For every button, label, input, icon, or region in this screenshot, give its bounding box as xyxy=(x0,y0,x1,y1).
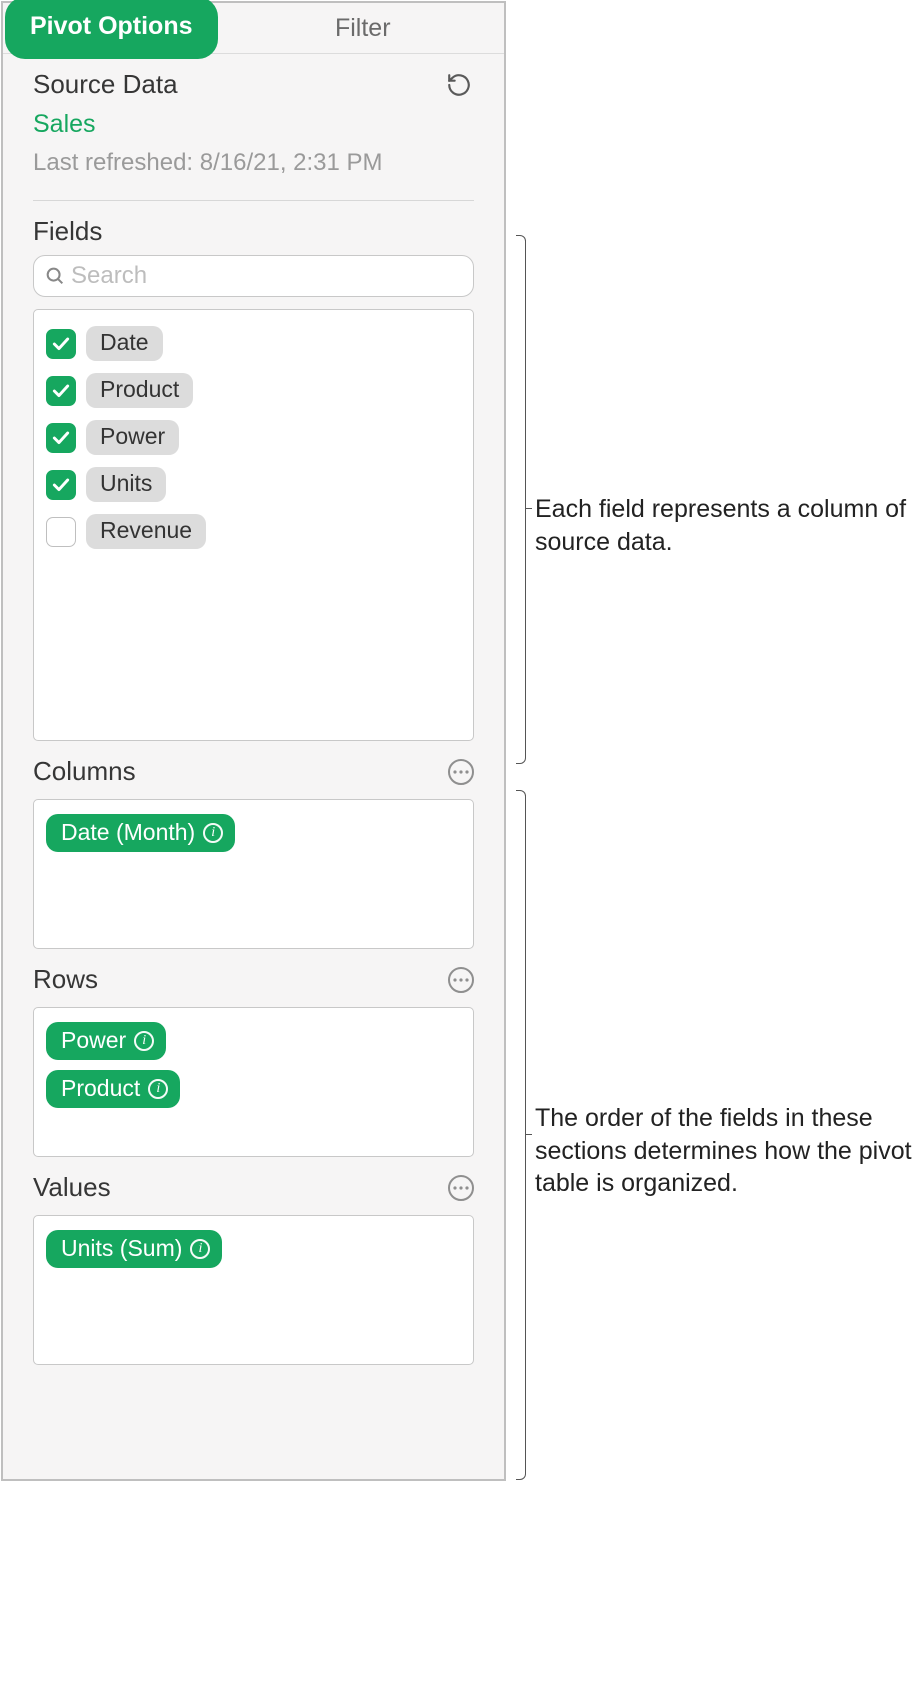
more-icon xyxy=(453,978,469,982)
pill-label: Units (Sum) xyxy=(61,1235,182,1262)
panel-tabs: Pivot Options Filter xyxy=(3,3,504,54)
refresh-button[interactable] xyxy=(444,70,474,100)
source-data-section: Source Data Sales Last refreshed: 8/16/2… xyxy=(3,54,504,182)
field-checkbox-units[interactable] xyxy=(46,470,76,500)
rows-section: Rows Power i Product i xyxy=(3,949,504,1157)
fields-title: Fields xyxy=(33,216,102,247)
info-icon[interactable]: i xyxy=(190,1239,210,1259)
values-title: Values xyxy=(33,1172,111,1203)
refresh-icon xyxy=(446,72,472,98)
fields-list: Date Product Power Units xyxy=(33,309,474,741)
fields-section: Fields Date Product xyxy=(3,201,504,741)
pivot-options-panel: Pivot Options Filter Source Data Sales L… xyxy=(1,1,506,1481)
columns-drop-area[interactable]: Date (Month) i xyxy=(33,799,474,949)
fields-search-input[interactable] xyxy=(71,262,463,290)
values-menu-button[interactable] xyxy=(448,1175,474,1201)
callout-fields-text: Each field represents a column of source… xyxy=(535,493,915,558)
field-row: Date xyxy=(46,320,461,367)
field-row: Product xyxy=(46,367,461,414)
callout-tick xyxy=(526,508,532,509)
field-row: Units xyxy=(46,461,461,508)
field-chip-units[interactable]: Units xyxy=(86,467,166,502)
tab-filter-label: Filter xyxy=(335,14,391,42)
pill-label: Date (Month) xyxy=(61,819,195,846)
field-checkbox-power[interactable] xyxy=(46,423,76,453)
rows-menu-button[interactable] xyxy=(448,967,474,993)
field-chip-date[interactable]: Date xyxy=(86,326,163,361)
search-icon xyxy=(44,265,66,287)
field-chip-product[interactable]: Product xyxy=(86,373,193,408)
row-pill-product[interactable]: Product i xyxy=(46,1070,180,1108)
field-checkbox-product[interactable] xyxy=(46,376,76,406)
callout-order-text: The order of the fields in these section… xyxy=(535,1102,915,1200)
source-data-title: Source Data xyxy=(33,69,178,100)
field-row: Revenue xyxy=(46,508,461,555)
callout-tick xyxy=(526,1134,532,1135)
value-pill-units-sum[interactable]: Units (Sum) i xyxy=(46,1230,222,1268)
values-section: Values Units (Sum) i xyxy=(3,1157,504,1365)
row-pill-power[interactable]: Power i xyxy=(46,1022,166,1060)
pill-label: Product xyxy=(61,1075,140,1102)
info-icon[interactable]: i xyxy=(203,823,223,843)
values-drop-area[interactable]: Units (Sum) i xyxy=(33,1215,474,1365)
fields-search[interactable] xyxy=(33,255,474,297)
field-row: Power xyxy=(46,414,461,461)
rows-drop-area[interactable]: Power i Product i xyxy=(33,1007,474,1157)
field-chip-revenue[interactable]: Revenue xyxy=(86,514,206,549)
rows-title: Rows xyxy=(33,964,98,995)
info-icon[interactable]: i xyxy=(148,1079,168,1099)
callout-bracket-sections xyxy=(516,790,526,1480)
tab-filter[interactable]: Filter xyxy=(222,3,505,54)
columns-menu-button[interactable] xyxy=(448,759,474,785)
more-icon xyxy=(453,770,469,774)
columns-title: Columns xyxy=(33,756,136,787)
pill-label: Power xyxy=(61,1027,126,1054)
tab-pivot-label: Pivot Options xyxy=(5,0,218,59)
field-checkbox-date[interactable] xyxy=(46,329,76,359)
more-icon xyxy=(453,1186,469,1190)
columns-section: Columns Date (Month) i xyxy=(3,741,504,949)
field-chip-power[interactable]: Power xyxy=(86,420,179,455)
source-data-timestamp: Last refreshed: 8/16/21, 2:31 PM xyxy=(33,149,474,177)
info-icon[interactable]: i xyxy=(134,1031,154,1051)
source-data-name: Sales xyxy=(33,110,474,139)
field-checkbox-revenue[interactable] xyxy=(46,517,76,547)
column-pill-date-month[interactable]: Date (Month) i xyxy=(46,814,235,852)
tab-pivot-options[interactable]: Pivot Options xyxy=(3,0,222,63)
callout-bracket-fields xyxy=(516,235,526,764)
